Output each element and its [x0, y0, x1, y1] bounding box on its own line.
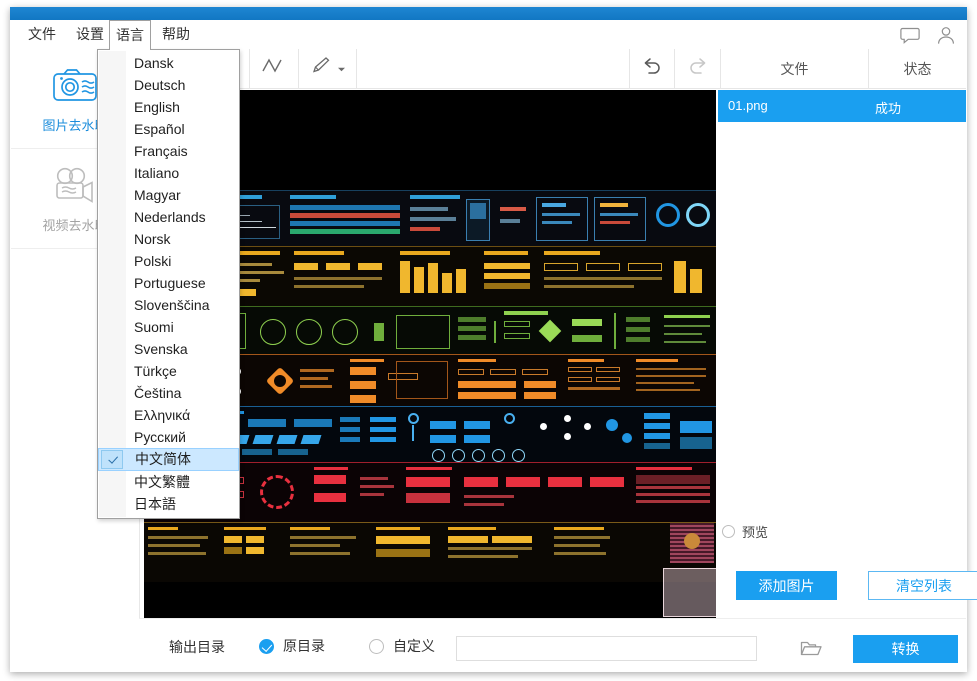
language-menu-item[interactable]: Slovenščina	[98, 294, 239, 316]
table-row[interactable]: 01.png 成功	[718, 90, 966, 122]
language-menu-item-label: English	[134, 99, 180, 115]
language-menu-item[interactable]: Deutsch	[98, 74, 239, 96]
column-header-file: 文件	[721, 49, 869, 88]
undo-icon	[640, 55, 664, 82]
language-menu-item-label: Svenska	[134, 341, 188, 357]
language-menu-item[interactable]: Nederlands	[98, 206, 239, 228]
brush-tool-button[interactable]	[299, 49, 357, 88]
watermark-selection-box[interactable]	[663, 568, 716, 617]
chevron-down-icon[interactable]	[337, 60, 346, 78]
language-menu-item-label: Ελληνικά	[134, 407, 191, 423]
language-menu-item[interactable]: Français	[98, 140, 239, 162]
titlebar-actions	[899, 20, 957, 49]
language-menu-item-label: Nederlands	[134, 209, 206, 225]
language-menu-item[interactable]: Dansk	[98, 52, 239, 74]
custom-dir-option[interactable]: 自定义	[369, 636, 435, 656]
polyline-tool-button[interactable]	[249, 49, 299, 88]
custom-dir-label: 自定义	[393, 638, 435, 654]
column-header-status: 状态	[869, 49, 966, 88]
language-menu-item[interactable]: 中文简体	[98, 448, 239, 471]
language-menu-item-label: Türkçe	[134, 363, 177, 379]
language-menu-item[interactable]: Norsk	[98, 228, 239, 250]
language-menu-item[interactable]: Polski	[98, 250, 239, 272]
column-header-file-label: 文件	[780, 60, 809, 77]
brush-icon	[309, 56, 331, 81]
language-menu-item-label: Portuguese	[134, 275, 206, 291]
custom-dir-radio[interactable]	[369, 638, 384, 654]
language-menu-item[interactable]: Italiano	[98, 162, 239, 184]
language-menu-item-label: Русский	[134, 429, 186, 445]
language-menu-item-label: Magyar	[134, 187, 181, 203]
status-badge: 成功	[875, 101, 902, 116]
column-header-status-label: 状态	[903, 60, 932, 77]
language-menu-item-label: Suomi	[134, 319, 174, 335]
app-window: 文件 设置 语言 帮助 图片去水印 视频去水印 文件 状态 01.png 成功 …	[0, 0, 977, 681]
menu-settings[interactable]: 设置	[68, 20, 112, 49]
original-dir-radio[interactable]	[259, 638, 274, 654]
folder-open-icon[interactable]	[799, 637, 823, 659]
menu-language[interactable]: 语言	[109, 20, 151, 50]
title-bar	[10, 7, 967, 20]
photo-camera-icon	[51, 63, 99, 107]
language-menu-item[interactable]: Magyar	[98, 184, 239, 206]
output-dir-label: 输出目录	[169, 639, 225, 655]
language-menu-item[interactable]: 日本語	[98, 493, 239, 515]
language-menu-item-label: 中文繁體	[134, 474, 190, 490]
language-menu-item[interactable]: Ελληνικά	[98, 404, 239, 426]
convert-button[interactable]: 转换	[853, 635, 958, 663]
polyline-icon	[261, 57, 287, 80]
language-menu-item-label: Deutsch	[134, 77, 186, 93]
redo-button[interactable]	[675, 49, 721, 88]
original-dir-option[interactable]: 原目录	[259, 636, 325, 656]
dropdown-item-list: Dansk Deutsch English Español Français Italia…	[98, 52, 239, 515]
add-image-button[interactable]: 添加图片	[736, 571, 837, 600]
language-dropdown-menu: Dansk Deutsch English Español Français Italia…	[97, 49, 240, 519]
check-icon	[101, 450, 123, 469]
preview-radio[interactable]: 预览	[722, 522, 768, 541]
preview-radio-dot[interactable]	[722, 525, 735, 538]
language-menu-item-label: Polski	[134, 253, 172, 269]
original-dir-label: 原目录	[283, 638, 325, 654]
language-menu-item[interactable]: English	[98, 96, 239, 118]
user-icon[interactable]	[935, 24, 957, 46]
output-path-input[interactable]	[456, 636, 757, 661]
menu-file[interactable]: 文件	[20, 20, 64, 49]
preview-label: 预览	[742, 525, 769, 540]
image-band-bottom-gold	[144, 522, 716, 582]
file-list-panel: 01.png 成功 预览 添加图片 清空列表	[718, 90, 977, 618]
language-menu-item-label: 日本語	[134, 496, 176, 512]
file-name: 01.png	[728, 98, 768, 113]
clear-list-button[interactable]: 清空列表	[868, 571, 977, 600]
language-menu-item-label: 中文简体	[135, 451, 191, 467]
toolbar: 文件 状态	[139, 49, 966, 89]
undo-button[interactable]	[629, 49, 675, 88]
redo-icon	[686, 55, 710, 82]
language-menu-item[interactable]: 中文繁體	[98, 471, 239, 493]
language-menu-item[interactable]: Suomi	[98, 316, 239, 338]
language-menu-item-label: Norsk	[134, 231, 171, 247]
language-menu-item-label: Italiano	[134, 165, 180, 181]
language-menu-item-label: Slovenščina	[134, 297, 210, 313]
language-menu-item[interactable]: Portuguese	[98, 272, 239, 294]
menu-bar: 文件 设置 语言 帮助	[11, 20, 966, 50]
language-menu-item[interactable]: Español	[98, 118, 239, 140]
language-menu-item-label: Dansk	[134, 55, 174, 71]
bottom-bar: 输出目录 原目录 自定义 转换	[139, 618, 966, 672]
language-menu-item[interactable]: Türkçe	[98, 360, 239, 382]
language-menu-item-label: Español	[134, 121, 185, 137]
language-menu-item-label: Français	[134, 143, 188, 159]
language-menu-item[interactable]: Čeština	[98, 382, 239, 404]
menu-help[interactable]: 帮助	[154, 20, 198, 49]
language-menu-item[interactable]: Русский	[98, 426, 239, 448]
language-menu-item-label: Čeština	[134, 385, 182, 401]
video-camera-icon	[50, 163, 100, 207]
language-menu-item[interactable]: Svenska	[98, 338, 239, 360]
speech-bubble-icon[interactable]	[899, 24, 921, 46]
